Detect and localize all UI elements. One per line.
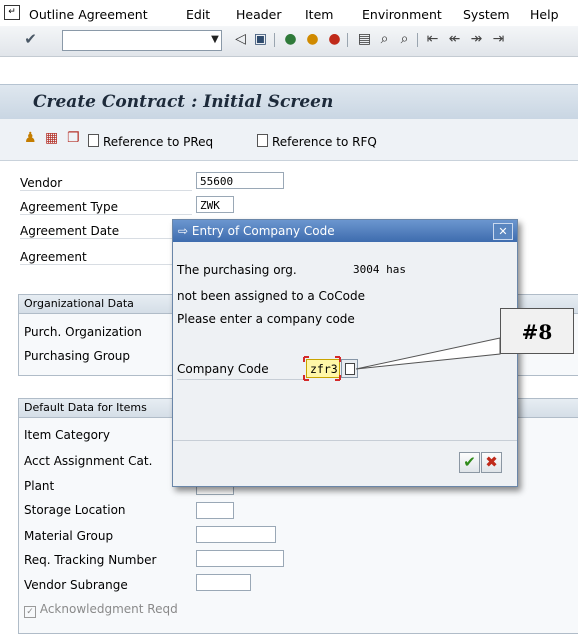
callout-label: #8: [500, 308, 574, 354]
callout-overlay: [303, 337, 501, 381]
focus-corner-marks: [303, 356, 341, 381]
callout-pointer: [355, 337, 501, 370]
